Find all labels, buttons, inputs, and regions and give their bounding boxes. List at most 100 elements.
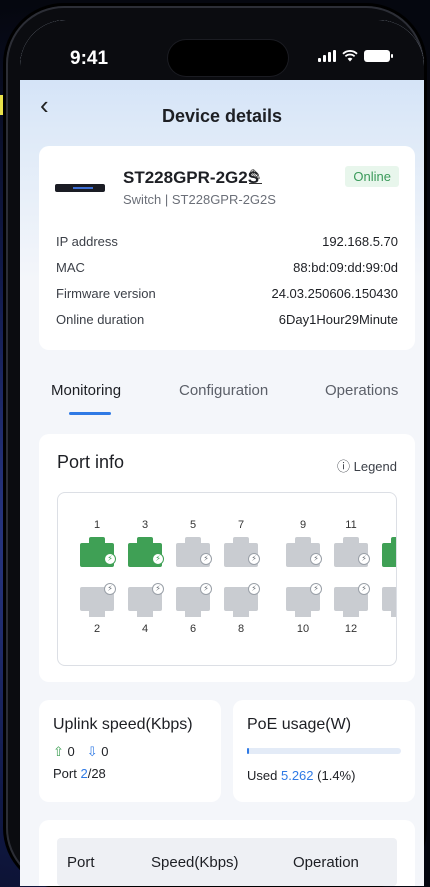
port-number-label: 1 (384, 519, 397, 531)
port-number-label: 1 (384, 623, 397, 635)
port-1[interactable]: ⚡ (382, 587, 396, 617)
port-panel: 1 ⚡ 3 ⚡ 5 ⚡ 7 ⚡ 9 ⚡ 11 ⚡ 1 ⚡ ⚡ 2 ⚡ 4 ⚡ 6 ⚡ 8 ⚡ 10 ⚡ 12 ⚡ 1 (57, 492, 397, 666)
cellular-signal-icon (318, 50, 336, 62)
port-number-label: 11 (345, 519, 357, 531)
port-number-label: 5 (189, 519, 197, 531)
download-arrow-icon: ⇩ (86, 744, 98, 759)
poe-bolt-icon: ⚡ (104, 583, 116, 595)
field-value: 6Day1Hour29Minute (278, 312, 398, 327)
column-header-speed: Speed(Kbps) (151, 854, 239, 871)
poe-bolt-icon: ⚡ (310, 583, 322, 595)
port-number-label: 1 (93, 519, 101, 531)
status-badge: Online (345, 166, 399, 187)
online-duration-row: Online duration 6Day1Hour29Minute (56, 312, 398, 327)
uplink-port-current[interactable]: 2 (80, 766, 87, 781)
legend-button[interactable]: ⓘ Legend (337, 456, 397, 475)
column-header-operation: Operation (293, 854, 359, 871)
port-12[interactable]: ⚡ (334, 583, 370, 617)
poe-usage-card: PoE usage(W) Used 5.262 (1.4%) (233, 700, 415, 802)
poe-bolt-icon: ⚡ (152, 583, 164, 595)
status-bar: 9:41 (20, 20, 424, 80)
port-number-label: 9 (299, 519, 307, 531)
field-value: 88:bd:09:dd:99:0d (293, 260, 398, 275)
ip-address-row: IP address 192.168.5.70 (56, 234, 398, 249)
poe-bolt-icon: ⚡ (358, 583, 370, 595)
device-info-card: ST228GPR-2G2S ✎ Switch | ST228GPR-2G2S O… (39, 146, 415, 350)
poe-title: PoE usage(W) (247, 716, 352, 733)
field-value: 24.03.250606.150430 (271, 286, 398, 301)
tab-monitoring[interactable]: Monitoring (51, 382, 121, 399)
nav-bar: ‹ Device details (20, 80, 424, 130)
poe-used-percent: (1.4%) (317, 768, 356, 783)
field-label: MAC (56, 260, 85, 275)
port-table-card: Port Speed(Kbps) Operation (39, 820, 415, 886)
device-name: ST228GPR-2G2S (123, 168, 260, 187)
poe-bolt-icon: ⚡ (104, 553, 116, 565)
poe-bolt-icon: ⚡ (200, 583, 212, 595)
page-title: Device details (161, 106, 283, 126)
phone-frame: 9:41 ‹ Device details ST228GPR-2G2S ✎ Sw… (6, 6, 424, 886)
switch-device-image (55, 184, 105, 192)
edit-pencil-icon[interactable]: ✎ (249, 168, 262, 184)
poe-bolt-icon: ⚡ (248, 553, 260, 565)
port-number-label: 2 (93, 623, 101, 635)
port-number-label: 4 (141, 623, 149, 635)
uplink-title: Uplink speed(Kbps) (53, 716, 193, 733)
tab-operations[interactable]: Operations (325, 382, 398, 399)
help-circle-icon: ⓘ (336, 459, 350, 474)
field-value: 192.168.5.70 (322, 234, 398, 249)
port-number-label: 7 (237, 519, 245, 531)
port-7[interactable]: ⚡ (224, 537, 260, 567)
firmware-row: Firmware version 24.03.250606.150430 (56, 286, 398, 301)
table-header: Port Speed(Kbps) Operation (57, 838, 397, 886)
port-1[interactable]: ⚡ (382, 537, 396, 567)
poe-usage-fill (247, 748, 250, 754)
port-8[interactable]: ⚡ (224, 583, 260, 617)
poe-usage-bar (247, 748, 401, 754)
port-number-label: 8 (237, 623, 245, 635)
dynamic-island (168, 40, 288, 76)
port-number-label: 3 (141, 519, 149, 531)
legend-label: Legend (353, 459, 397, 474)
port-3[interactable]: ⚡ (128, 537, 164, 567)
port-4[interactable]: ⚡ (128, 583, 164, 617)
wifi-icon (342, 50, 358, 62)
upload-speed: 0 (67, 744, 75, 759)
status-time: 9:41 (70, 48, 109, 69)
port-11[interactable]: ⚡ (334, 537, 370, 567)
poe-used-text: Used 5.262 (1.4%) (247, 768, 356, 783)
port-info-title: Port info (57, 452, 125, 472)
active-tab-indicator (69, 412, 111, 415)
poe-used-value: 5.262 (280, 768, 314, 783)
poe-bolt-icon: ⚡ (310, 553, 322, 565)
column-header-port: Port (67, 854, 95, 871)
uplink-port: Port 2/28 (53, 766, 106, 781)
poe-bolt-icon: ⚡ (248, 583, 260, 595)
port-9[interactable]: ⚡ (286, 537, 322, 567)
port-number-label: 10 (296, 623, 310, 635)
port-5[interactable]: ⚡ (176, 537, 212, 567)
port-10[interactable]: ⚡ (286, 583, 322, 617)
field-label: IP address (56, 234, 118, 249)
port-6[interactable]: ⚡ (176, 583, 212, 617)
port-number-label: 6 (189, 623, 197, 635)
mac-row: MAC 88:bd:09:dd:99:0d (56, 260, 398, 275)
app-screen: 9:41 ‹ Device details ST228GPR-2G2S ✎ Sw… (20, 20, 424, 886)
device-subtitle: Switch | ST228GPR-2G2S (123, 192, 276, 207)
port-1[interactable]: ⚡ (80, 537, 116, 567)
battery-icon (364, 50, 393, 62)
port-2[interactable]: ⚡ (80, 583, 116, 617)
port-number-label: 12 (344, 623, 358, 635)
upload-arrow-icon: ⇧ (53, 744, 64, 759)
download-speed: 0 (101, 744, 109, 759)
tab-bar: Monitoring Configuration Operations (20, 382, 424, 422)
poe-bolt-icon: ⚡ (200, 553, 212, 565)
tab-configuration[interactable]: Configuration (179, 382, 268, 399)
poe-bolt-icon: ⚡ (152, 553, 164, 565)
field-label: Online duration (56, 312, 145, 327)
uplink-port-total: /28 (87, 766, 106, 781)
field-label: Firmware version (56, 286, 156, 301)
poe-bolt-icon: ⚡ (358, 553, 370, 565)
port-info-card: Port info ⓘ Legend 1 ⚡ 3 ⚡ 5 ⚡ 7 ⚡ 9 ⚡ 11 ⚡ 1 ⚡ ⚡ 2 ⚡ 4 ⚡ 6… (39, 434, 415, 682)
uplink-speed-card: Uplink speed(Kbps) ⇧ 0 ⇩ 0 Port 2/28 (39, 700, 221, 802)
